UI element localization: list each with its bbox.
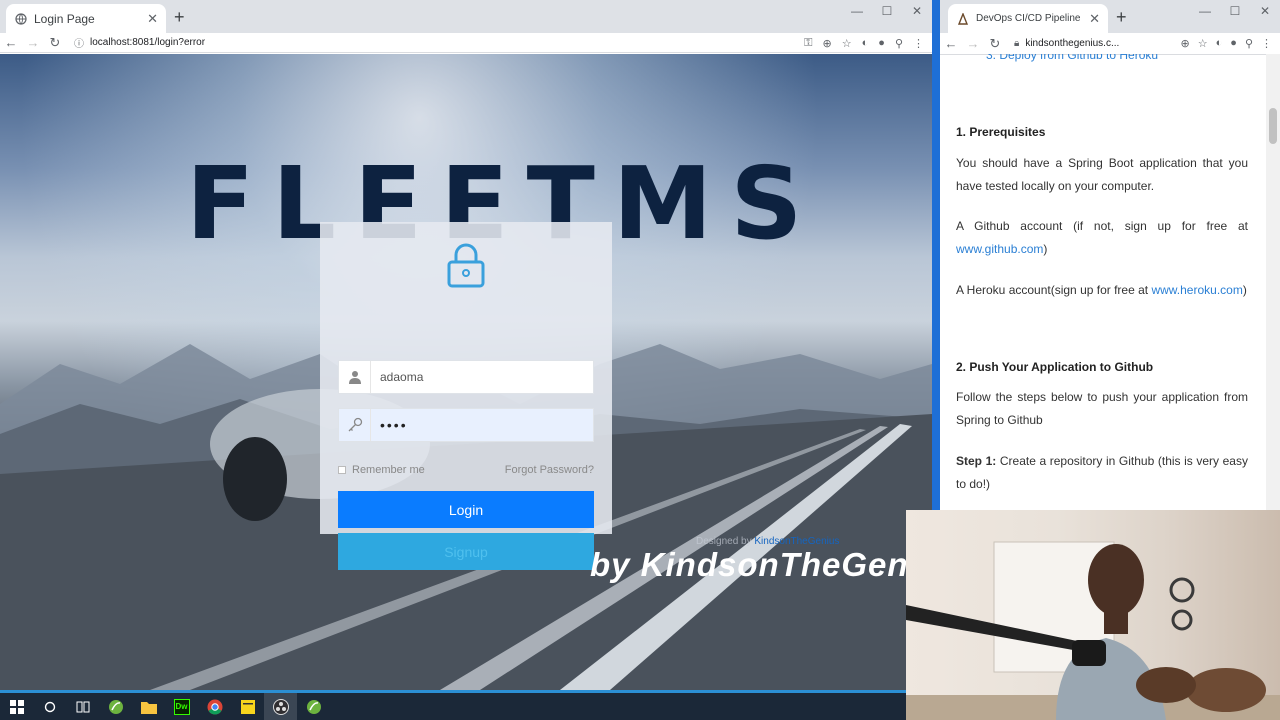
- right-tab-strip: DevOps CI/CD Pipeline Step by S ✕ + — ☐ …: [940, 0, 1280, 33]
- task-view-icon[interactable]: [66, 693, 99, 720]
- chrome-icon[interactable]: [198, 693, 231, 720]
- close-tab-icon[interactable]: ✕: [1089, 11, 1100, 27]
- password-field[interactable]: [338, 408, 594, 442]
- webcam-overlay: [906, 510, 1280, 720]
- extension-icon[interactable]: ●: [878, 37, 885, 49]
- forward-arrow-icon[interactable]: →: [962, 36, 984, 51]
- remember-checkbox[interactable]: [338, 466, 346, 474]
- spring-tool-icon[interactable]: [297, 693, 330, 720]
- tab-title: DevOps CI/CD Pipeline Step by S: [976, 13, 1083, 24]
- zoom-icon[interactable]: ⊕: [823, 37, 832, 50]
- address-bar[interactable]: 🔒︎ kindsonthegenius.c...: [1014, 38, 1119, 49]
- close-window-icon[interactable]: ✕: [902, 4, 932, 18]
- right-browser-window: DevOps CI/CD Pipeline Step by S ✕ + — ☐ …: [940, 0, 1280, 510]
- username-input[interactable]: [371, 370, 581, 384]
- extension-icon[interactable]: ⚲: [895, 37, 903, 50]
- sticky-notes-icon[interactable]: [231, 693, 264, 720]
- back-arrow-icon[interactable]: ←: [0, 35, 22, 50]
- star-icon[interactable]: ☆: [842, 37, 852, 50]
- forgot-password-link[interactable]: Forgot Password?: [505, 464, 594, 476]
- tab-devops-article[interactable]: DevOps CI/CD Pipeline Step by S ✕: [948, 4, 1108, 33]
- back-arrow-icon[interactable]: ←: [940, 36, 962, 51]
- remember-me[interactable]: Remember me: [338, 464, 425, 476]
- section-heading-prerequisites: 1. Prerequisites: [956, 125, 1046, 139]
- close-window-icon[interactable]: ✕: [1250, 4, 1280, 18]
- username-field[interactable]: [338, 360, 594, 394]
- paragraph-github-account: A Github account (if not, sign up for fr…: [956, 219, 1248, 256]
- extension-icon[interactable]: ●: [1230, 37, 1237, 49]
- extension-icon[interactable]: ◐: [1216, 37, 1223, 49]
- search-circle-icon[interactable]: [33, 693, 66, 720]
- new-tab-icon[interactable]: +: [174, 8, 185, 26]
- toc-link[interactable]: 3. Deploy from Github to Heroku: [986, 54, 1236, 67]
- right-toolbar: ← → ↻ 🔒︎ kindsonthegenius.c... ⊕ ☆ ◐ ● ⚲…: [940, 33, 1280, 55]
- extension-icon[interactable]: ◐: [862, 37, 869, 49]
- left-browser-window: Login Page ✕ + — ☐ ✕ ← → ↻ ⓘ localhost:8…: [0, 0, 932, 690]
- user-icon: [339, 361, 371, 393]
- login-form-card: Remember me Forgot Password? Login Signu…: [320, 222, 612, 570]
- login-page-viewport: FLEETMS adaoma •••• Remember me Forgot P…: [0, 54, 932, 690]
- byline-overlay: by KindsonTheGeniu: [590, 546, 932, 583]
- url-text: kindsonthegenius.c...: [1025, 38, 1120, 49]
- left-tab-strip: Login Page ✕ + — ☐ ✕: [0, 0, 932, 33]
- section-heading-push: 2. Push Your Application to Github: [956, 360, 1154, 374]
- tab-title: Login Page: [34, 11, 95, 26]
- extension-icon[interactable]: ⚲: [1245, 37, 1253, 50]
- globe-icon: [14, 12, 28, 26]
- spring-tool-icon[interactable]: [99, 693, 132, 720]
- dreamweaver-icon[interactable]: Dw: [165, 693, 198, 720]
- menu-dots-icon[interactable]: ⋮: [1261, 37, 1272, 50]
- desktop: Login Page ✕ + — ☐ ✕ ← → ↻ ⓘ localhost:8…: [0, 0, 1280, 720]
- obs-icon[interactable]: [264, 693, 297, 720]
- minimize-icon[interactable]: —: [842, 4, 872, 18]
- new-tab-icon[interactable]: +: [1116, 8, 1127, 26]
- password-input[interactable]: [371, 417, 581, 433]
- webcam-presenter-image: [906, 541, 1280, 720]
- heroku-link[interactable]: www.heroku.com: [1151, 283, 1242, 297]
- paragraph-heroku-account: A Heroku account(sign up for free at www…: [956, 283, 1247, 297]
- close-tab-icon[interactable]: ✕: [147, 11, 158, 27]
- maximize-icon[interactable]: ☐: [872, 4, 902, 18]
- lock-icon: [447, 243, 485, 288]
- star-icon[interactable]: ☆: [1198, 37, 1208, 50]
- key-icon[interactable]: ⚿: [804, 37, 812, 50]
- menu-dots-icon[interactable]: ⋮: [913, 37, 924, 50]
- url-text: localhost:8081/login?error: [90, 37, 206, 48]
- scrollbar-thumb[interactable]: [1269, 108, 1277, 144]
- zoom-icon[interactable]: ⊕: [1181, 37, 1190, 50]
- key-icon: [339, 409, 371, 441]
- forward-arrow-icon[interactable]: →: [22, 35, 44, 50]
- window-controls: — ☐ ✕: [842, 4, 932, 18]
- paragraph-prerequisites: You should have a Spring Boot applicatio…: [956, 156, 1248, 193]
- address-bar[interactable]: ⓘ localhost:8081/login?error: [74, 35, 205, 50]
- maximize-icon[interactable]: ☐: [1220, 4, 1250, 18]
- login-button[interactable]: Login: [338, 491, 594, 528]
- minimize-icon[interactable]: —: [1190, 4, 1220, 18]
- reload-icon[interactable]: ↻: [44, 35, 66, 51]
- paragraph-step-1: Step 1: Create a repository in Github (t…: [956, 454, 1248, 491]
- signup-button[interactable]: Signup: [338, 533, 594, 570]
- article-content: 3. Deploy from Github to Heroku 1. Prere…: [940, 54, 1266, 510]
- toolbar-actions: ⚿ ⊕ ☆ ◐ ● ⚲ ⋮: [804, 33, 924, 53]
- file-explorer-icon[interactable]: [132, 693, 165, 720]
- remember-label: Remember me: [352, 464, 425, 476]
- windows-taskbar: Dw: [0, 690, 906, 720]
- toolbar-actions: ⊕ ☆ ◐ ● ⚲ ⋮: [1181, 33, 1272, 53]
- windows-start-icon[interactable]: [0, 693, 33, 720]
- window-controls: — ☐ ✕: [1190, 4, 1280, 18]
- github-link[interactable]: www.github.com: [956, 242, 1043, 256]
- article-scrollbar[interactable]: [1266, 54, 1280, 510]
- site-logo-icon: [956, 12, 970, 26]
- left-toolbar: ← → ↻ ⓘ localhost:8081/login?error ⚿ ⊕ ☆…: [0, 33, 932, 53]
- lock-icon[interactable]: 🔒︎: [1014, 38, 1019, 49]
- info-circle-icon[interactable]: ⓘ: [74, 35, 84, 50]
- tab-login-page[interactable]: Login Page ✕: [6, 4, 166, 33]
- reload-icon[interactable]: ↻: [984, 36, 1006, 52]
- paragraph-push-steps: Follow the steps below to push your appl…: [956, 390, 1248, 427]
